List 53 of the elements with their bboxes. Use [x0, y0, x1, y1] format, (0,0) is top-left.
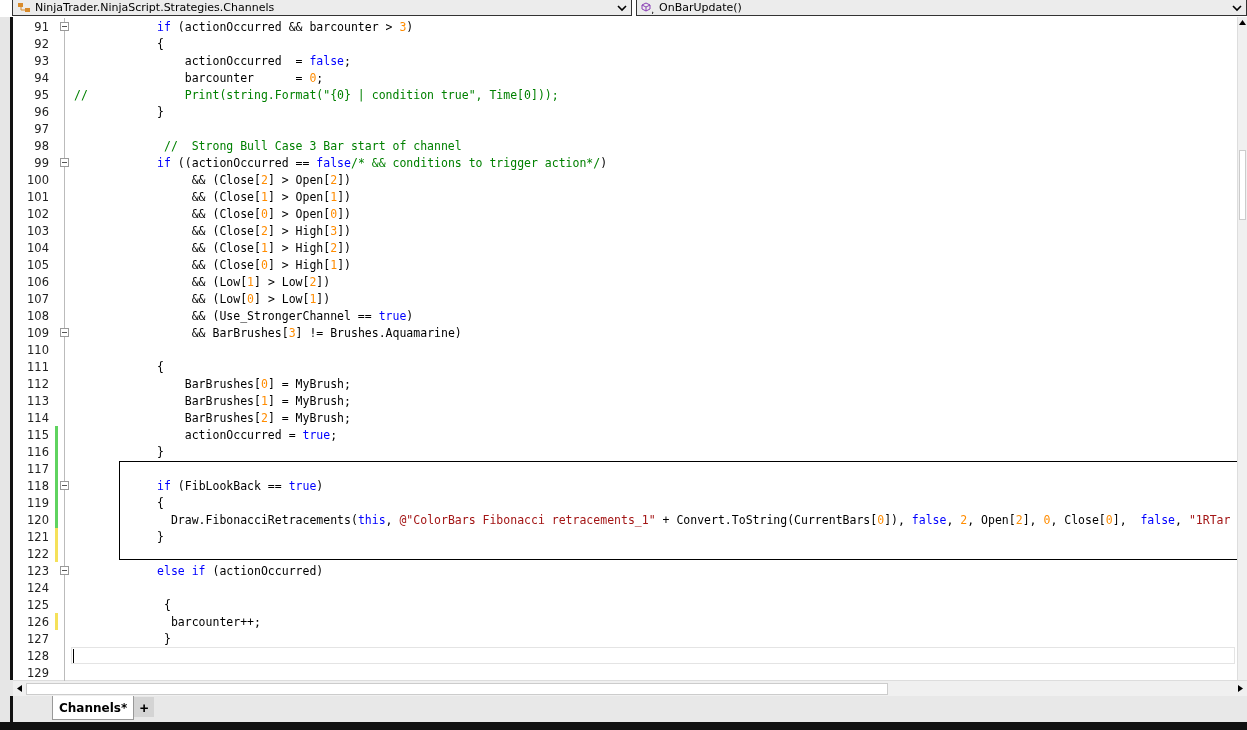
scroll-right-icon[interactable] [1238, 685, 1243, 692]
code-line: && (Close[1] > Open[1]) [190, 189, 351, 204]
code-line: } [156, 444, 164, 459]
code-line: { [163, 597, 171, 612]
scrollbar-thumb[interactable] [1239, 150, 1246, 220]
horizontal-scrollbar[interactable] [13, 680, 1247, 696]
code-line: Draw.FibonacciRetracements(this, @"ColorBars Fibonacci retracements_1" + Convert.ToString(CurrentBars[0]), false, 2, Open[2], 0, Close[0], false, "1RTar [169, 512, 1231, 527]
code-line: if (actionOccurred && barcounter > 3) [156, 19, 414, 34]
code-line: } [156, 529, 164, 544]
code-line: // Print(string.Format("{0} | condition true", Time[0])); [73, 87, 559, 102]
code-line: BarBrushes[0] = MyBrush; [183, 376, 351, 391]
code-line: BarBrushes[1] = MyBrush; [183, 393, 351, 408]
code-line: else if (actionOccurred) [156, 563, 324, 578]
scrollbar-thumb[interactable] [26, 682, 888, 695]
code-line: { [156, 359, 164, 374]
chevron-down-icon [617, 3, 627, 12]
code-line: && (Close[1] > High[2]) [190, 240, 351, 255]
scroll-left-icon[interactable] [17, 685, 22, 692]
navigation-dropdown[interactable]: OnBarUpdate() [636, 0, 1247, 16]
code-line: actionOccurred = false; [183, 53, 351, 68]
code-line: && (Use_StrongerChannel == true) [190, 308, 414, 323]
method-icon [641, 1, 655, 14]
collapse-icon[interactable] [60, 158, 69, 167]
code-line: && (Low[0] > Low[1]) [190, 291, 331, 306]
text-caret [73, 649, 74, 663]
navigation-dropdown[interactable]: NinjaTrader.NinjaScript.Strategies.Channels [12, 0, 632, 16]
code-line: } [163, 631, 171, 646]
code-line: if ((actionOccurred == false/* && conditions to trigger action*/) [156, 155, 608, 170]
new-tab-button[interactable]: + [134, 697, 155, 717]
code-line: if (FibLookBack == true) [156, 478, 324, 493]
scroll-up-icon[interactable] [1239, 20, 1246, 25]
code-line: barcounter = 0; [183, 70, 324, 85]
collapse-icon[interactable] [60, 22, 69, 31]
code-line: && (Close[0] > Open[0]) [190, 206, 351, 221]
file-tab[interactable]: Channels* [52, 696, 135, 720]
vertical-scrollbar[interactable] [1237, 17, 1247, 680]
code-line: && BarBrushes[3] != Brushes.Aquamarine) [190, 325, 462, 340]
code-line: { [156, 495, 164, 510]
code-line: && (Close[2] > High[3]) [190, 223, 351, 238]
code-line: { [156, 36, 164, 51]
chevron-down-icon [1232, 3, 1242, 12]
collapse-icon[interactable] [60, 481, 69, 490]
code-line: } [156, 104, 164, 119]
code-line: actionOccurred = true; [183, 427, 338, 442]
code-line: // Strong Bull Case 3 Bar start of channel [163, 138, 462, 153]
code-line: && (Close[2] > Open[2]) [190, 172, 351, 187]
code-line: && (Close[0] > High[1]) [190, 257, 351, 272]
code-line: barcounter++; [169, 614, 261, 629]
collapse-icon[interactable] [60, 566, 69, 575]
code-line: && (Low[1] > Low[2]) [190, 274, 331, 289]
collapse-icon[interactable] [60, 328, 69, 337]
code-line: BarBrushes[2] = MyBrush; [183, 410, 351, 425]
class-icon [17, 1, 31, 14]
